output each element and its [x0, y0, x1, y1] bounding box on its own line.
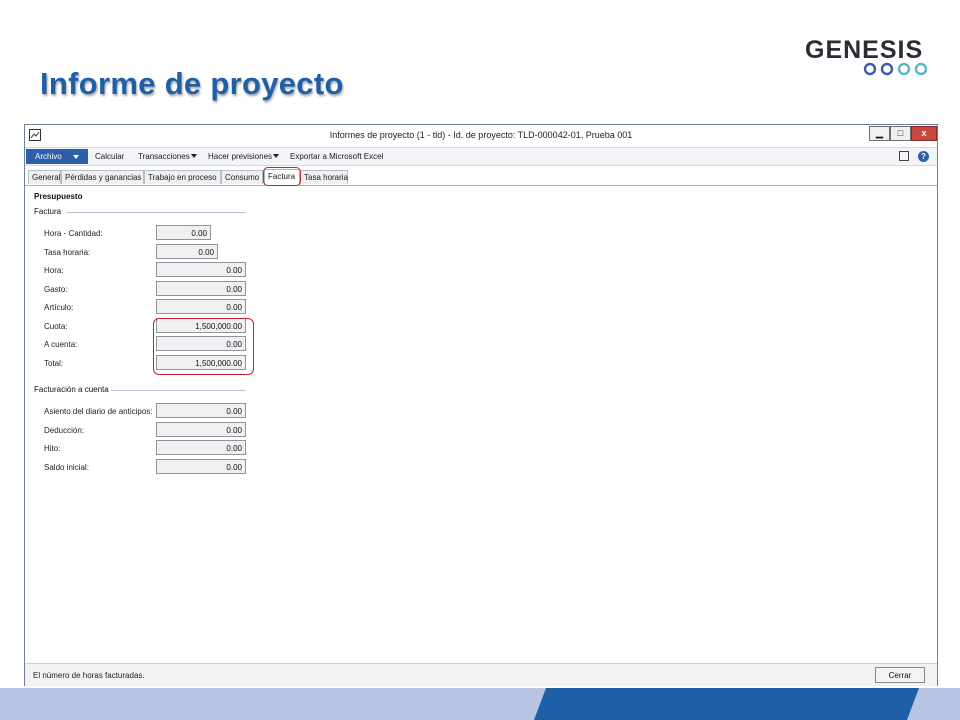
hito-field[interactable]: 0.00 — [156, 440, 246, 455]
minimize-button[interactable]: ▁ — [869, 126, 890, 141]
dropdown-arrow-icon — [190, 154, 197, 158]
file-menu-label: Archivo — [35, 152, 62, 161]
deduccion-field[interactable]: 0.00 — [156, 422, 246, 437]
tab-general[interactable]: General — [28, 170, 61, 184]
panel-toggle-icon[interactable] — [899, 151, 909, 161]
transacciones-label: Transacciones — [138, 152, 190, 161]
tab-content: Presupuesto Factura Hora - Cantidad: 0.0… — [26, 186, 936, 662]
group-divider — [66, 212, 246, 213]
minimize-icon: ▁ — [876, 128, 883, 138]
field-label: Total: — [44, 359, 64, 368]
logo-rings-icon — [863, 62, 928, 76]
window-title: Informes de proyecto (1 - tld) - Id. de … — [329, 130, 633, 140]
cerrar-button[interactable]: Cerrar — [875, 667, 925, 683]
export-excel-button[interactable]: Exportar a Microsoft Excel — [290, 152, 383, 161]
asiento-anticipos-field[interactable]: 0.00 — [156, 403, 246, 418]
hora-cantidad-field[interactable]: 0.00 — [156, 225, 211, 240]
field-label: Gasto: — [44, 285, 68, 294]
footer-stripe — [534, 688, 919, 720]
close-window-button[interactable]: x — [911, 126, 937, 141]
gasto-field[interactable]: 0.00 — [156, 281, 246, 296]
window-titlebar: Informes de proyecto (1 - tld) - Id. de … — [25, 125, 937, 148]
tab-consumo[interactable]: Consumo — [221, 170, 263, 184]
tasa-horaria-field[interactable]: 0.00 — [156, 244, 218, 259]
file-menu-button[interactable]: Archivo — [26, 149, 88, 164]
maximize-icon: □ — [897, 128, 904, 138]
field-label: Hora: — [44, 266, 64, 275]
hacer-previsiones-menu[interactable]: Hacer previsiones — [208, 152, 280, 161]
hacer-previsiones-label: Hacer previsiones — [208, 152, 273, 161]
action-pane: Archivo Calcular Transacciones Hacer pre… — [25, 148, 937, 166]
hora-field[interactable]: 0.00 — [156, 262, 246, 277]
highlight-amounts — [153, 318, 254, 375]
articulo-field[interactable]: 0.00 — [156, 299, 246, 314]
field-label: Hora - Cantidad: — [44, 229, 103, 238]
dropdown-arrow-icon — [273, 154, 280, 158]
field-label: Deducción: — [44, 426, 85, 435]
calcular-button[interactable]: Calcular — [95, 152, 124, 161]
close-icon: x — [921, 128, 927, 138]
transacciones-menu[interactable]: Transacciones — [138, 152, 197, 161]
field-label: Asiento del diario de anticipos: — [44, 407, 153, 416]
report-window: Informes de proyecto (1 - tld) - Id. de … — [24, 124, 938, 686]
field-label: Cuota: — [44, 322, 68, 331]
group-label-factura: Factura — [34, 207, 62, 216]
status-text: El número de horas facturadas. — [33, 671, 145, 680]
group-divider — [111, 390, 246, 391]
tab-strip: General Pérdidas y ganancias Trabajo en … — [25, 169, 937, 186]
field-label: A cuenta: — [44, 340, 78, 349]
highlight-active-tab — [263, 167, 301, 186]
tab-tasa-horaria[interactable]: Tasa horaria — [300, 170, 348, 184]
field-label: Saldo inicial: — [44, 463, 89, 472]
help-icon[interactable]: ? — [918, 151, 929, 162]
logo-text: GENESIS — [805, 36, 924, 64]
group-label-facturacion: Facturación a cuenta — [34, 385, 109, 394]
status-bar: El número de horas facturadas. Cerrar — [25, 663, 937, 686]
field-label: Hito: — [44, 444, 61, 453]
field-label: Tasa horaria: — [44, 248, 91, 257]
field-label: Artículo: — [44, 303, 74, 312]
slide-title: Informe de proyecto — [40, 66, 344, 101]
saldo-inicial-field[interactable]: 0.00 — [156, 459, 246, 474]
maximize-button[interactable]: □ — [890, 126, 911, 141]
tab-trabajo-en-proceso[interactable]: Trabajo en proceso — [144, 170, 221, 184]
tab-perdidas-ganancias[interactable]: Pérdidas y ganancias — [61, 170, 144, 184]
chevron-down-icon — [73, 155, 79, 159]
section-title: Presupuesto — [34, 192, 83, 201]
genesis-logo: GENESIS — [805, 36, 929, 80]
